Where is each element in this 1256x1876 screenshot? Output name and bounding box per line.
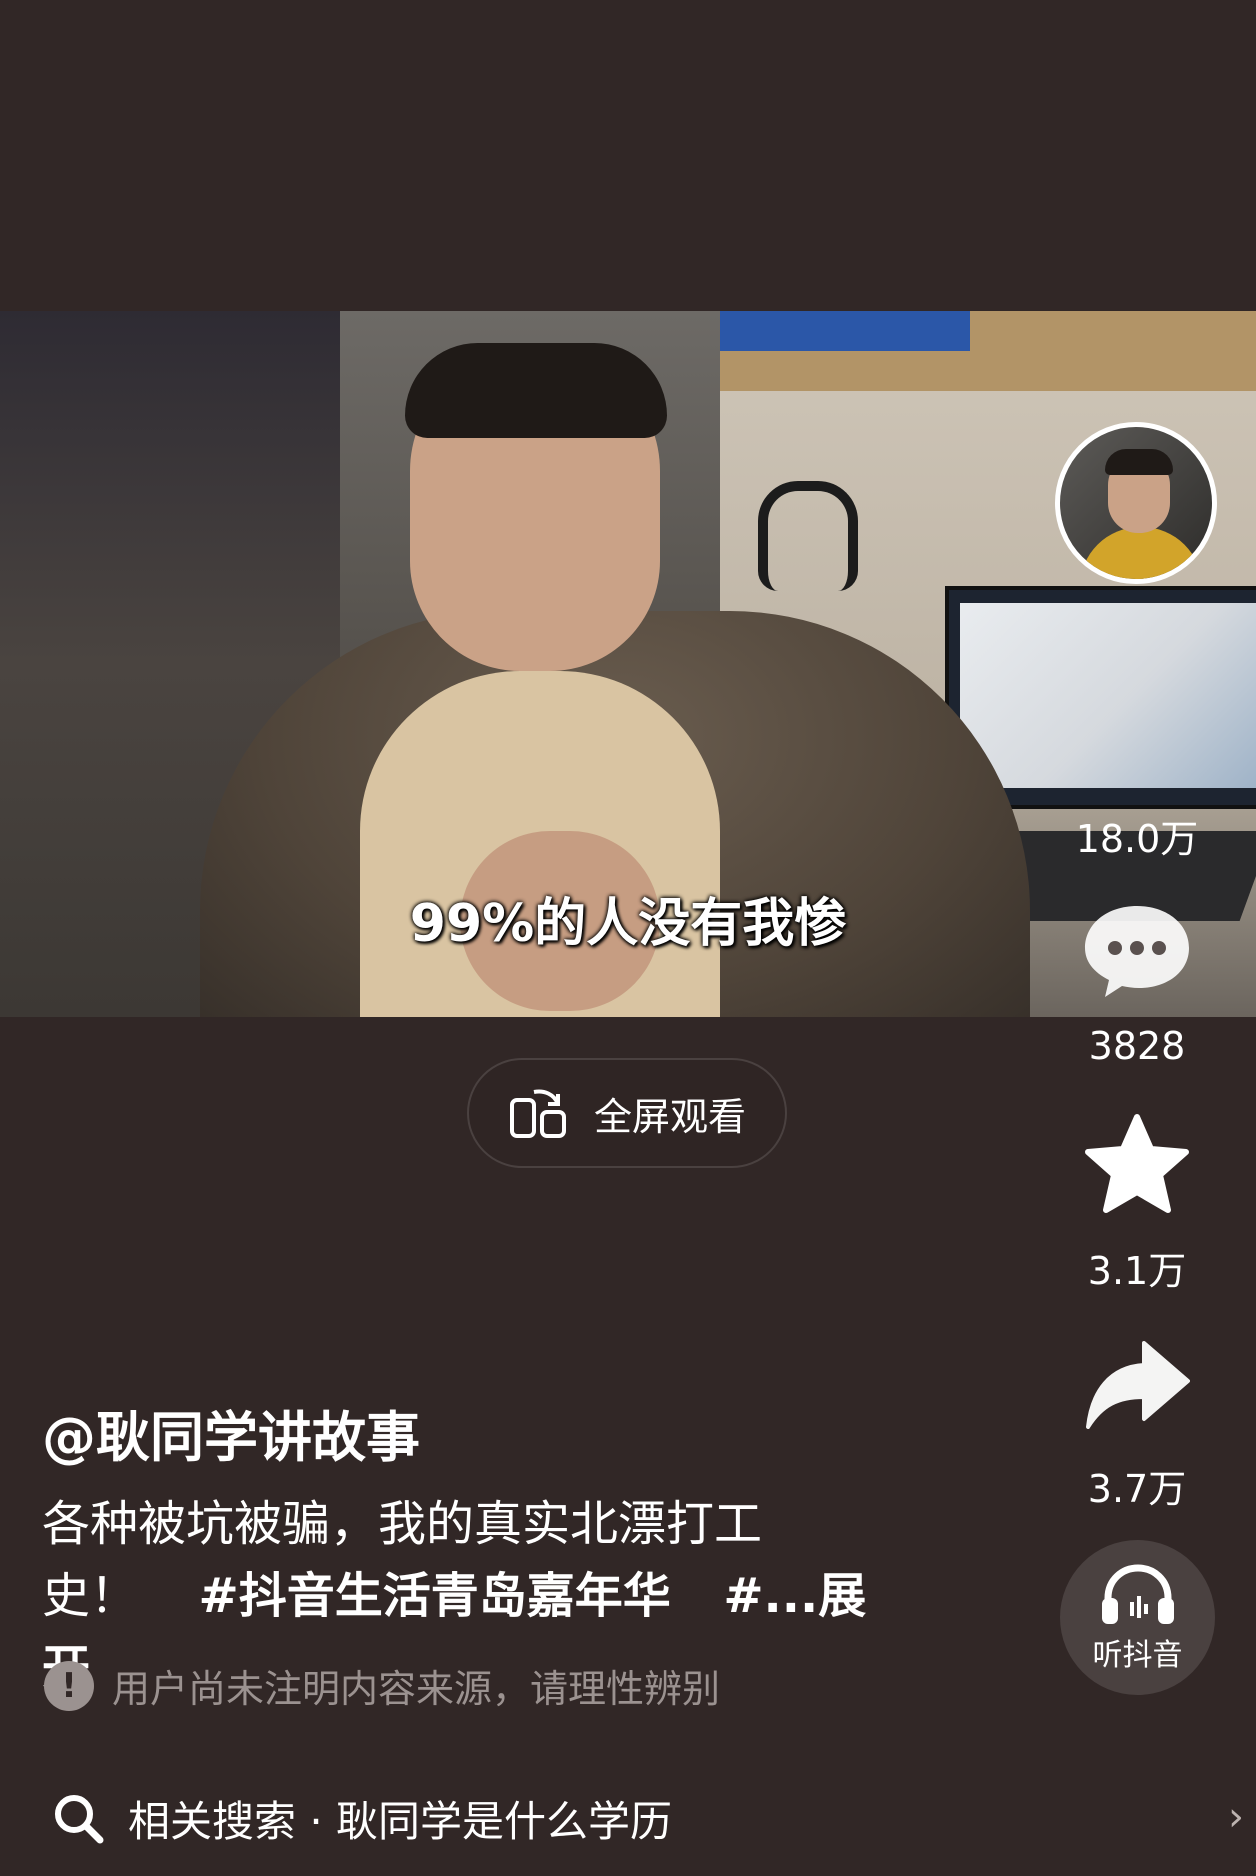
fullscreen-label: 全屏观看 [593,1094,746,1139]
favorite-button[interactable] [1077,1110,1197,1220]
like-count[interactable]: 18.0万 [1057,808,1217,863]
avatar-hair [1105,449,1173,475]
related-search-text: 相关搜索 · 耿同学是什么学历 [128,1796,673,1846]
author-avatar[interactable] [1055,422,1217,584]
author-name[interactable]: @耿同学讲故事 [42,1393,420,1472]
video-headphones [758,481,858,591]
fullscreen-rotate-icon [509,1089,566,1138]
listen-label: 听抖音 [1092,1637,1183,1673]
favorite-count: 3.1万 [1087,1249,1187,1293]
video-player[interactable]: 99%的人没有我惨 [0,311,1256,1017]
share-button[interactable] [1077,1330,1197,1440]
description-line-1: 各种被坑被骗，我的真实北漂打工 [42,1496,763,1552]
source-notice: ! 用户尚未注明内容来源，请理性辨别 [44,1658,720,1713]
video-person-hair [405,343,667,438]
headphones-icon [1101,1563,1174,1624]
hashtag-link[interactable]: #抖音生活青岛嘉年华 [199,1568,671,1624]
video-caption: 99%的人没有我惨 [409,894,847,954]
source-notice-text: 用户尚未注明内容来源，请理性辨别 [112,1667,721,1711]
fullscreen-button[interactable]: 全屏观看 [467,1058,787,1168]
share-count: 3.7万 [1087,1467,1187,1511]
comment-bubble-icon [1085,906,1189,997]
search-icon [55,1795,104,1844]
comment-button[interactable] [1077,895,1197,1005]
video-monitor-screen [960,603,1256,788]
chevron-right-icon: › [1228,1794,1244,1840]
comment-count: 3828 [1088,1024,1186,1068]
star-icon [1085,1114,1189,1213]
video-tarp [720,311,970,351]
listen-button[interactable]: 听抖音 [1060,1540,1215,1695]
share-arrow-icon [1086,1341,1190,1429]
info-exclamation-icon: ! [44,1660,94,1711]
description-prefix: 史！ [42,1568,139,1624]
avatar-body [1080,527,1202,579]
hashtag-link-truncated[interactable]: #... [723,1568,818,1624]
related-search-bar[interactable]: 相关搜索 · 耿同学是什么学历 › [0,1760,1256,1876]
